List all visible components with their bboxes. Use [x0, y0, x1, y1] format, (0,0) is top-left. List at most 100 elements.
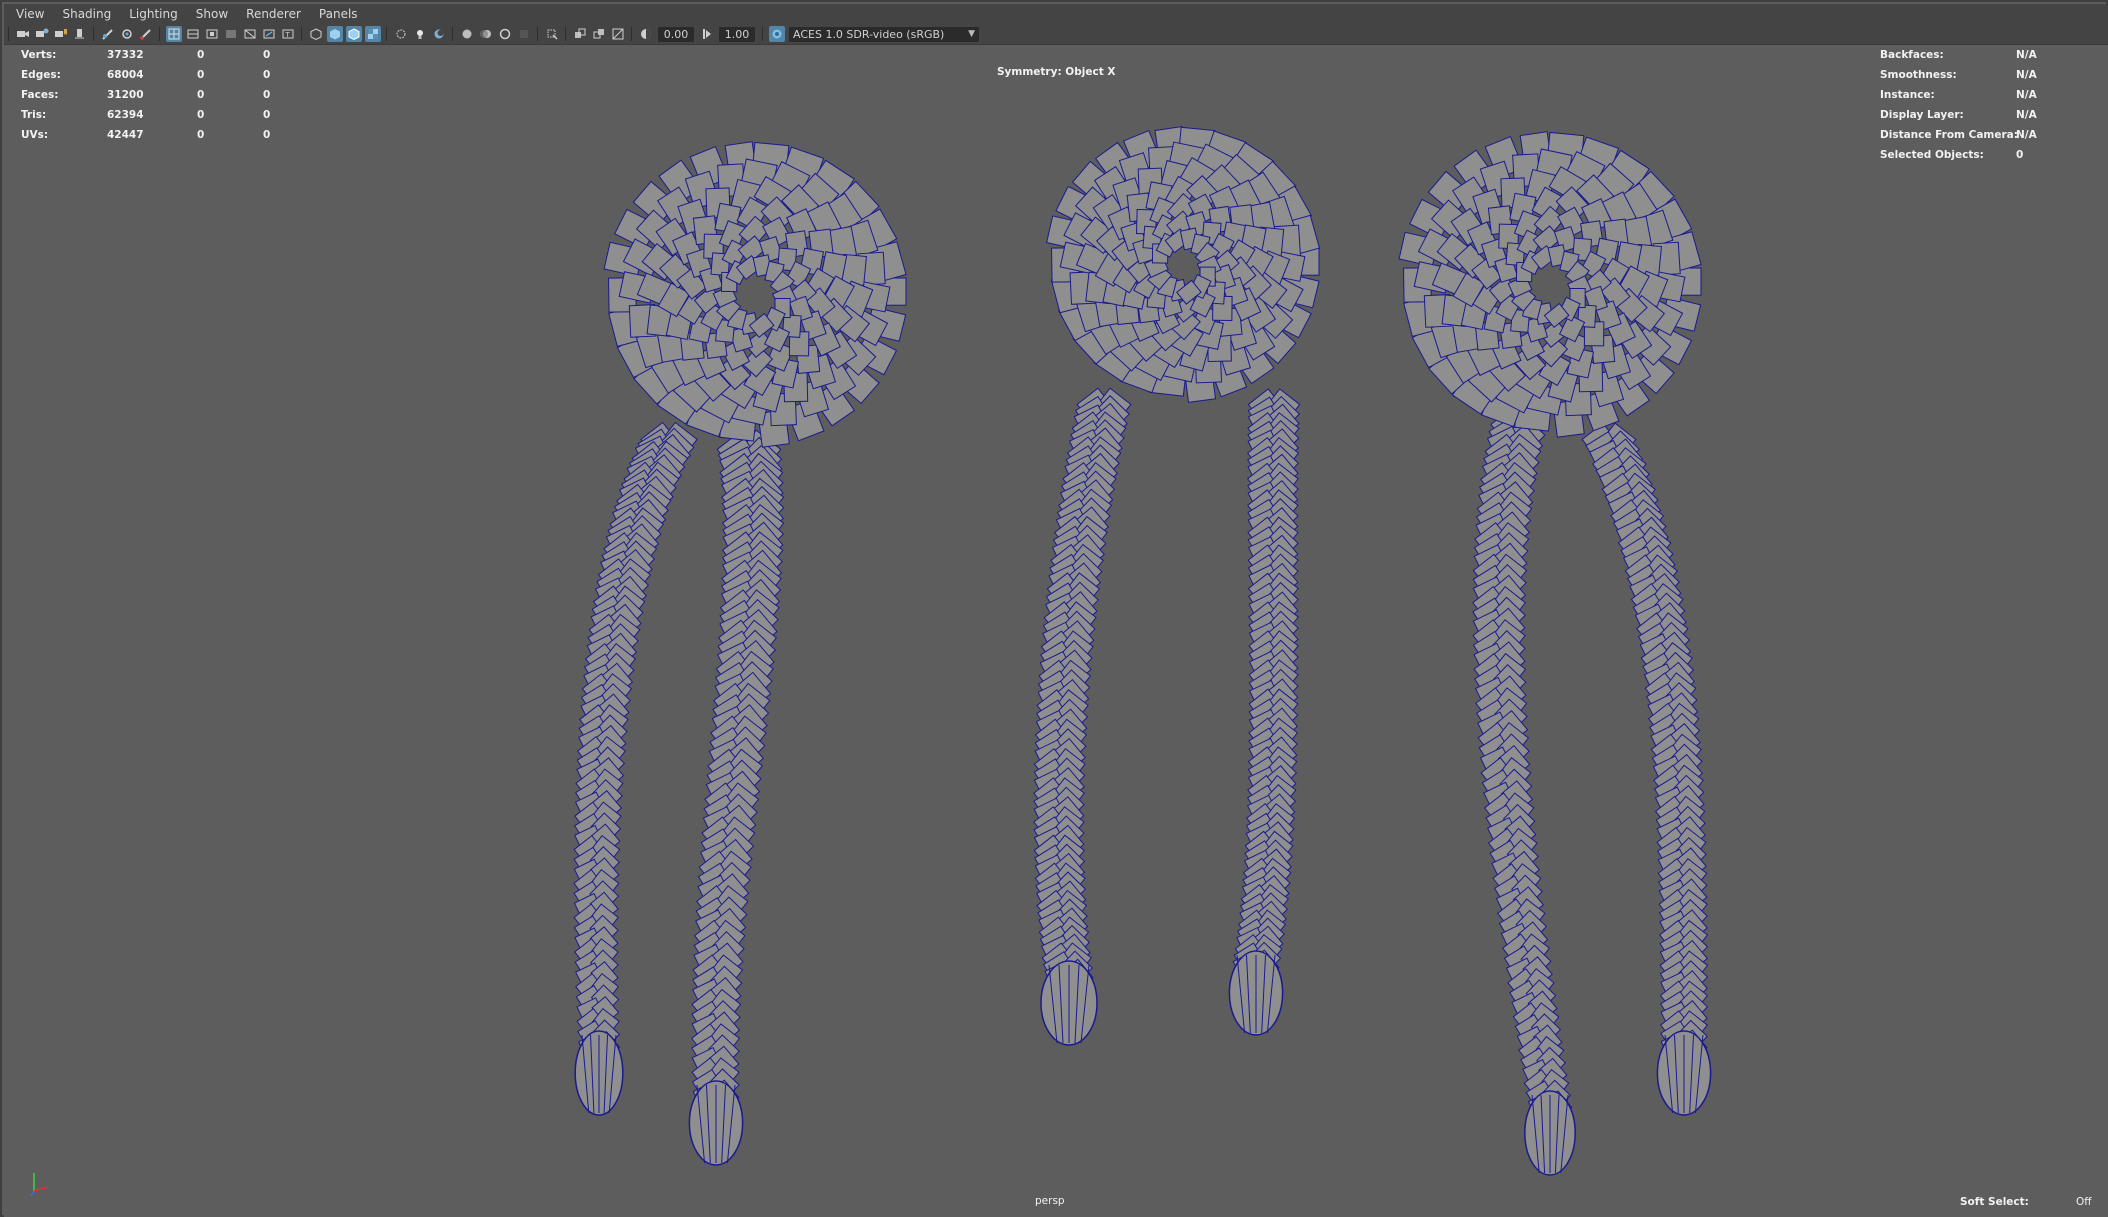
hud-row-edges: Edges: 68004 0 0	[21, 65, 303, 85]
menu-renderer[interactable]: Renderer	[237, 7, 310, 21]
panel-menu-bar: View Shading Lighting Show Renderer Pane…	[4, 4, 2108, 24]
color-management-icon[interactable]	[768, 26, 785, 42]
toolbar-separator	[631, 27, 632, 41]
poly-count-hud: Verts: 37332 0 0 Edges: 68004 0 0 Faces:…	[21, 45, 303, 145]
hud-row-smoothness: Smoothness: N/A	[1880, 65, 2037, 85]
isolate-select-icon[interactable]	[119, 26, 135, 42]
hud-row-instance: Instance: N/A	[1880, 85, 2037, 105]
gamma-field[interactable]: 1.00	[719, 26, 755, 42]
camera-attributes-icon[interactable]	[34, 26, 50, 42]
brush-icon[interactable]	[138, 26, 154, 42]
xray-components-icon[interactable]	[610, 26, 626, 42]
chevron-down-icon: ▼	[968, 28, 975, 39]
wireframe-on-shaded-icon[interactable]	[345, 26, 362, 42]
toolbar-separator	[537, 27, 538, 41]
hud-value: 0	[263, 89, 271, 101]
hud-row-tris: Tris: 62394 0 0	[21, 105, 303, 125]
3d-viewport[interactable]: Verts: 37332 0 0 Edges: 68004 0 0 Faces:…	[4, 45, 2108, 1217]
use-lights-icon[interactable]	[393, 26, 409, 42]
left-model-bun	[603, 141, 907, 448]
xray-icon[interactable]	[572, 26, 588, 42]
isolate-select-toggle-icon[interactable]	[544, 26, 560, 42]
wireframe-icon[interactable]	[165, 26, 182, 42]
hud-value: N/A	[2016, 109, 2037, 121]
hud-label: Smoothness:	[1880, 69, 1957, 81]
toolbar-separator	[93, 27, 94, 41]
hud-label: Distance From Camera:	[1880, 129, 2018, 141]
hud-value: N/A	[2016, 129, 2037, 141]
braided-hair-wireframe-meshes	[573, 126, 1712, 1176]
ambient-occlusion-icon[interactable]	[459, 26, 475, 42]
hud-label: Backfaces:	[1880, 49, 1944, 61]
resolution-gate-icon[interactable]	[204, 26, 220, 42]
hud-value: 0	[197, 129, 205, 141]
hud-value: 68004	[107, 69, 144, 81]
hud-row-faces: Faces: 31200 0 0	[21, 85, 303, 105]
hud-label: Edges:	[21, 69, 61, 81]
menu-lighting[interactable]: Lighting	[120, 7, 187, 21]
hud-value: 0	[197, 109, 205, 121]
exposure-icon[interactable]	[638, 26, 654, 42]
depth-of-field-icon[interactable]	[516, 26, 532, 42]
menu-panels[interactable]: Panels	[310, 7, 367, 21]
hud-value: N/A	[2016, 89, 2037, 101]
hud-value: N/A	[2016, 49, 2037, 61]
hud-label: Faces:	[21, 89, 59, 101]
grid-icon[interactable]	[185, 26, 201, 42]
bookmark-icon[interactable]	[53, 26, 69, 42]
hud-row-verts: Verts: 37332 0 0	[21, 45, 303, 65]
toolbar-separator	[565, 27, 566, 41]
hud-label: Selected Objects:	[1880, 149, 1984, 161]
hud-value: 62394	[107, 109, 144, 121]
hud-row-uvs: UVs: 42447 0 0	[21, 125, 303, 145]
hud-row-display-layer: Display Layer: N/A	[1880, 105, 2037, 125]
light-icon[interactable]	[412, 26, 428, 42]
hud-value: 31200	[107, 89, 144, 101]
field-chart-icon[interactable]	[242, 26, 258, 42]
menu-show[interactable]: Show	[187, 7, 237, 21]
maya-viewport-panel: View Shading Lighting Show Renderer Pane…	[0, 0, 2108, 1217]
camera-icon[interactable]	[15, 26, 31, 42]
textured-icon[interactable]	[364, 26, 381, 42]
right-model-braid-right	[1581, 422, 1712, 1116]
color-space-dropdown[interactable]: ACES 1.0 SDR-video (sRGB) ▼	[789, 26, 979, 42]
image-plane-icon[interactable]	[72, 26, 88, 42]
toolbar-separator	[452, 27, 453, 41]
hud-label: UVs:	[21, 129, 49, 141]
hud-value: 37332	[107, 49, 144, 61]
toolbar-separator	[8, 27, 9, 41]
center-model-braid-left	[1033, 387, 1132, 1046]
hud-row-backfaces: Backfaces: N/A	[1880, 45, 2037, 65]
shadows-icon[interactable]	[431, 26, 447, 42]
motion-blur-icon[interactable]	[478, 26, 494, 42]
hud-value: 42447	[107, 129, 144, 141]
gate-mask-icon[interactable]	[223, 26, 239, 42]
soft-select-label: Soft Select:	[1960, 1196, 2029, 1208]
safe-title-icon[interactable]: T	[280, 26, 296, 42]
hud-row-selected-objects: Selected Objects: 0	[1880, 145, 2037, 165]
camera-name-label: persp	[1035, 1195, 1065, 1207]
hud-value: 0	[263, 129, 271, 141]
hud-row-distance-from-camera: Distance From Camera: N/A	[1880, 125, 2037, 145]
right-model-braid-left	[1472, 406, 1576, 1176]
menu-shading[interactable]: Shading	[53, 7, 120, 21]
panel-toolbar: T 0.00 1.00 ACES 1.0 SDR-video (sRGB) ▼	[4, 24, 2108, 45]
cube-wireframe-icon[interactable]	[308, 26, 324, 42]
hud-value: 0	[197, 89, 205, 101]
exposure-field[interactable]: 0.00	[658, 26, 694, 42]
hud-value: N/A	[2016, 69, 2037, 81]
smooth-shade-icon[interactable]	[326, 26, 343, 42]
axis-gizmo-icon	[30, 1173, 49, 1197]
gamma-icon[interactable]	[699, 26, 715, 42]
menu-view[interactable]: View	[4, 7, 53, 21]
xray-joints-icon[interactable]	[591, 26, 607, 42]
anti-aliasing-icon[interactable]	[497, 26, 513, 42]
left-model-braid-right	[688, 429, 785, 1166]
hud-label: Verts:	[21, 49, 57, 61]
hud-label: Display Layer:	[1880, 109, 1964, 121]
hud-value: 0	[263, 69, 271, 81]
toolbar-separator	[762, 27, 763, 41]
grease-pencil-icon[interactable]	[100, 26, 116, 42]
safe-action-icon[interactable]	[261, 26, 277, 42]
soft-select-value: Off	[2076, 1196, 2092, 1208]
